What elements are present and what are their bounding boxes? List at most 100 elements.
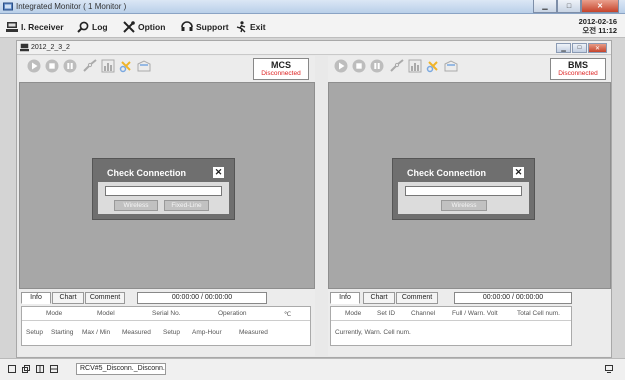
menu-exit-label: Exit: [250, 22, 266, 32]
col-full-warn-volt: Full / Warn. Volt: [452, 310, 498, 317]
time-text: 오전 11:12: [582, 26, 617, 35]
monitor-window: 2012_2_3_2 ▁ □ ✕ MCS Disconnected Check …: [16, 40, 612, 358]
col-serial: Serial No.: [152, 310, 181, 317]
fixed-line-button[interactable]: Fixed-Line: [164, 200, 209, 211]
pause-icon[interactable]: [63, 59, 77, 73]
tab-info[interactable]: Info: [330, 292, 360, 304]
play-icon[interactable]: [334, 59, 348, 73]
maximize-button[interactable]: □: [557, 0, 581, 13]
bms-time-field: 00:00:00 / 00:00:00: [454, 292, 572, 304]
receiver-icon: [20, 43, 29, 52]
menu-receiver-label: I. Receiver: [21, 22, 64, 32]
pause-icon[interactable]: [370, 59, 384, 73]
window-icon[interactable]: [8, 365, 16, 373]
mcs-display-area: Check Connection ✕ Wireless Fixed-Line: [19, 82, 315, 289]
date-text: 2012-02-16: [578, 17, 617, 26]
bms-info-subheader: Currently, Warn. Cell num.: [331, 328, 571, 340]
col-total-cell-num: Total Cell num.: [517, 310, 560, 317]
app-icon: [3, 2, 13, 11]
col-setup: Setup: [26, 329, 43, 336]
menu-option-label: Option: [138, 22, 166, 32]
tab-chart[interactable]: Chart: [52, 292, 84, 304]
mcs-status-name: MCS: [271, 60, 291, 70]
col-amp-hour: Amp-Hour: [192, 329, 222, 336]
menu-support[interactable]: Support: [181, 20, 229, 34]
disconnect-icon[interactable]: [390, 59, 404, 73]
dialog-title: Check Connection: [407, 168, 487, 178]
bms-info-header: Mode Set ID Channel Full / Warn. Volt To…: [331, 309, 571, 321]
clock: 2012-02-16 오전 11:12: [579, 17, 617, 35]
menu-exit[interactable]: Exit: [235, 20, 266, 34]
stop-icon[interactable]: [45, 59, 59, 73]
minimize-button[interactable]: ▁: [533, 0, 557, 13]
receiver-icon: [6, 22, 18, 32]
check-connection-dialog: Check Connection ✕ Wireless Fixed-Line: [92, 158, 235, 220]
col-measured: Measured: [122, 329, 151, 336]
col-measured-2: Measured: [239, 329, 268, 336]
search-icon: [77, 21, 89, 33]
mcs-time-field: 00:00:00 / 00:00:00: [137, 292, 267, 304]
bms-toolbar: BMS Disconnected: [328, 56, 611, 80]
col-operation: Operation: [218, 310, 247, 317]
status-bar: RCV#5_Disconn._Disconn.: [0, 358, 625, 380]
dialog-body: Wireless: [398, 182, 529, 214]
sync-icon[interactable]: [119, 59, 133, 73]
cascade-icon[interactable]: [22, 365, 30, 373]
child-titlebar: 2012_2_3_2 ▁ □ ✕: [17, 41, 611, 55]
menu-support-label: Support: [196, 22, 229, 32]
tab-info[interactable]: Info: [21, 292, 51, 304]
col-mode: Mode: [345, 310, 362, 317]
bms-status-box: BMS Disconnected: [550, 58, 606, 80]
menu-log[interactable]: Log: [77, 20, 108, 34]
connection-input[interactable]: [105, 186, 222, 196]
receiver-status-field: RCV#5_Disconn._Disconn.: [76, 363, 166, 375]
close-button[interactable]: ✕: [581, 0, 619, 13]
menu-log-label: Log: [92, 22, 108, 32]
stop-icon[interactable]: [352, 59, 366, 73]
col-channel: Channel: [411, 310, 436, 317]
menu-option[interactable]: Option: [123, 20, 165, 34]
connection-input[interactable]: [405, 186, 522, 196]
dialog-close-icon[interactable]: ✕: [213, 167, 224, 178]
child-minimize-button[interactable]: ▁: [556, 43, 571, 53]
bms-panel: BMS Disconnected Check Connection ✕ Wire…: [328, 56, 611, 356]
chart-icon[interactable]: [101, 59, 115, 73]
export-icon[interactable]: [137, 59, 151, 73]
dialog-body: Wireless Fixed-Line: [98, 182, 229, 214]
col-set-id: Set ID: [377, 310, 396, 317]
tab-chart[interactable]: Chart: [363, 292, 395, 304]
chart-icon[interactable]: [408, 59, 422, 73]
play-icon[interactable]: [27, 59, 41, 73]
child-title: 2012_2_3_2: [31, 44, 70, 51]
wireless-button[interactable]: Wireless: [441, 200, 487, 211]
screen-icon[interactable]: [605, 365, 613, 373]
menu-bar: I. Receiver Log Option Support Exit 2012: [0, 14, 625, 38]
mcs-info-header: Mode Model Serial No. Operation ℃: [22, 309, 310, 321]
dialog-close-icon[interactable]: ✕: [513, 167, 524, 178]
sync-icon[interactable]: [426, 59, 440, 73]
child-restore-button[interactable]: □: [572, 43, 587, 53]
bms-status-state: Disconnected: [558, 70, 598, 77]
dialog-title: Check Connection: [107, 168, 187, 178]
child-close-button[interactable]: ✕: [588, 43, 607, 53]
wireless-button[interactable]: Wireless: [114, 200, 158, 211]
export-icon[interactable]: [444, 59, 458, 73]
mcs-status-box: MCS Disconnected: [253, 58, 309, 80]
mcs-panel: MCS Disconnected Check Connection ✕ Wire…: [19, 56, 315, 356]
col-max-min: Max / Min: [82, 329, 111, 336]
tile-horizontal-icon[interactable]: [50, 365, 58, 373]
window-title: Integrated Monitor ( 1 Monitor ): [16, 2, 127, 11]
tab-comment[interactable]: Comment: [396, 292, 438, 304]
bms-info-table: Mode Set ID Channel Full / Warn. Volt To…: [330, 306, 572, 346]
tab-comment[interactable]: Comment: [85, 292, 125, 304]
disconnect-icon[interactable]: [83, 59, 97, 73]
bms-display-area: Check Connection ✕ Wireless: [328, 82, 611, 289]
mcs-info-subheader: Setup Starting Max / Min Measured Setup …: [22, 328, 310, 340]
check-connection-dialog: Check Connection ✕ Wireless: [392, 158, 535, 220]
support-icon: [181, 21, 193, 31]
col-model: Model: [97, 310, 115, 317]
tile-vertical-icon[interactable]: [36, 365, 44, 373]
col-setup-2: Setup: [163, 329, 180, 336]
menu-receiver[interactable]: I. Receiver: [6, 20, 64, 34]
col-warn-cell-num: Currently, Warn. Cell num.: [335, 329, 411, 336]
